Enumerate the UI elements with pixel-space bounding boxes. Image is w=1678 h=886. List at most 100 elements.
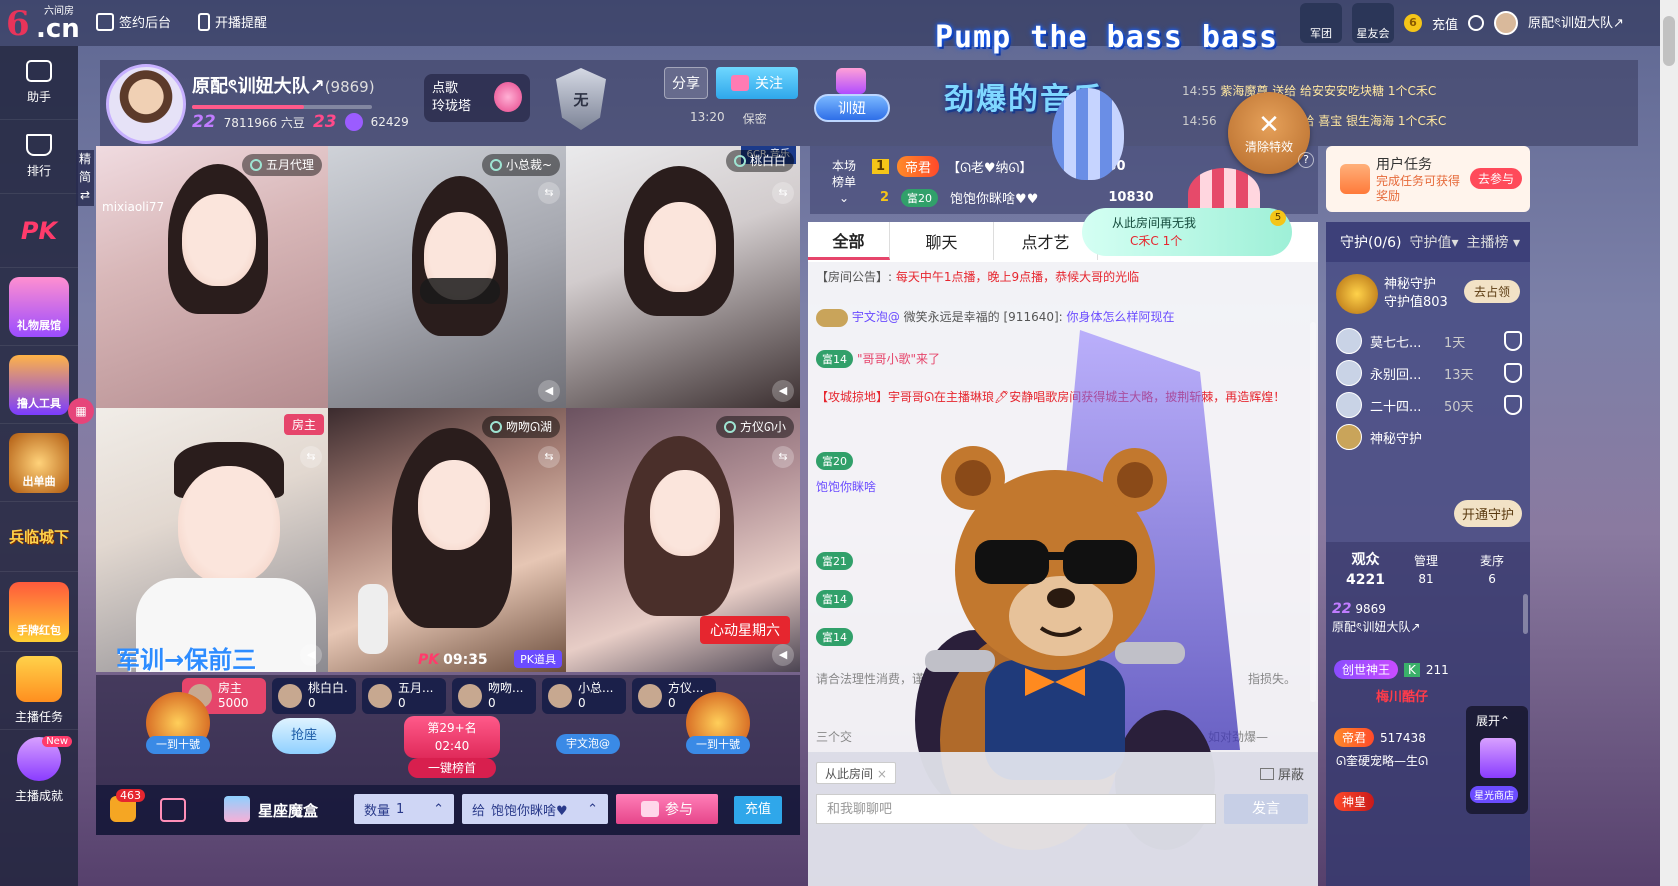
- swap-icon[interactable]: ⇆: [772, 446, 794, 468]
- rank-row-2[interactable]: 2 富20 饱饱你眯啥♥♥ 10830: [876, 188, 1154, 207]
- nav-tool[interactable]: 撸人工具: [0, 346, 78, 424]
- nav-game1[interactable]: 兵临城下: [0, 502, 78, 572]
- host-name[interactable]: 原配ৎ训妞大队↗(9869): [192, 72, 375, 103]
- side-toggle-tab[interactable]: 精 简 ⇄: [76, 150, 94, 206]
- open-guard-button[interactable]: 开通守护: [1453, 500, 1522, 527]
- claim-button[interactable]: 去占领: [1463, 280, 1520, 303]
- guard-name: 神秘守护: [1370, 431, 1423, 447]
- nav-song[interactable]: 出单曲: [0, 424, 78, 502]
- stream-tile[interactable]: 方仪ᘏ小 ⇆ 心动星期六 ◀: [566, 408, 800, 672]
- stream-tile[interactable]: 五月代理 mixiaoli77: [96, 146, 328, 408]
- audience-item[interactable]: 创世神王 K 211: [1334, 660, 1449, 679]
- send-button[interactable]: 发言: [1224, 794, 1308, 824]
- volume-icon[interactable]: ◀: [772, 380, 794, 402]
- seat-item[interactable]: 桃白白. 0: [272, 678, 356, 714]
- tab-guard-value[interactable]: 守护值▾: [1409, 232, 1458, 252]
- fan-icon[interactable]: [160, 798, 186, 822]
- follow-button[interactable]: 关注: [716, 67, 798, 99]
- audience-item[interactable]: 神皇: [1334, 792, 1375, 811]
- audience-scrollbar[interactable]: [1523, 594, 1528, 634]
- tool-icon: 撸人工具: [9, 354, 69, 415]
- chat-user[interactable]: 宇文泡@: [852, 310, 900, 324]
- admin-count[interactable]: 管理 81: [1414, 552, 1438, 588]
- swap-icon[interactable]: ⇆: [538, 446, 560, 468]
- viewer-count[interactable]: 观众 4221: [1346, 550, 1385, 590]
- seat-item[interactable]: 小总... 0: [542, 678, 626, 714]
- audience-user-name[interactable]: 梅川酷仔: [1376, 686, 1428, 705]
- chat-scrollbar[interactable]: [1310, 322, 1316, 702]
- volume-icon[interactable]: ◀: [538, 380, 560, 402]
- tab-host-rank[interactable]: 主播榜 ▾: [1467, 232, 1520, 252]
- expand-button[interactable]: 展开⌃: [1476, 712, 1510, 729]
- user-avatar[interactable]: [1494, 11, 1519, 35]
- seat-item[interactable]: 五月... 0: [362, 678, 446, 714]
- nav-game2[interactable]: 手牌红包: [0, 572, 78, 652]
- tab-guard[interactable]: 守护(0/6): [1340, 232, 1401, 252]
- stream-tile[interactable]: 吻吻ᘏ湖 ⇆ PK 09:35 PK道具: [328, 408, 566, 672]
- recharge-link[interactable]: 充值: [1432, 14, 1458, 33]
- guard-list-item[interactable]: 莫七七... 1天: [1336, 326, 1522, 356]
- tab-all[interactable]: 全部: [808, 222, 890, 260]
- join-button[interactable]: 参与: [616, 794, 718, 824]
- gift-target-select[interactable]: 给 饱饱你眯啥♥ ⌃: [462, 794, 608, 824]
- chat-tip: 三个交: [816, 730, 853, 744]
- audience-host-entry[interactable]: 22 9869 原配ৎ训妞大队↗: [1332, 600, 1420, 636]
- microphone: [358, 584, 388, 654]
- live-reminder-link[interactable]: 开播提醒: [198, 12, 267, 31]
- nav-helper[interactable]: 助手: [0, 46, 78, 120]
- user-name[interactable]: 原配ৎ训妞大队↗: [1528, 12, 1624, 35]
- star-club-button[interactable]: 星友会: [1352, 3, 1394, 43]
- swap-icon[interactable]: ⇆: [300, 446, 322, 468]
- nav-gift-hall[interactable]: 礼物展馆: [0, 268, 78, 346]
- grid-toggle-button[interactable]: ▦: [68, 398, 94, 424]
- audience-item[interactable]: 帝君 517438: [1334, 728, 1426, 747]
- page-scrollbar[interactable]: [1660, 0, 1678, 886]
- guard-list-item[interactable]: 永别回... 13天: [1336, 358, 1522, 388]
- stream-tile[interactable]: 6CR 音乐 桃白白 ⇆ ◀: [566, 146, 800, 408]
- stream-tile[interactable]: 小总裁~ ⇆ ◀: [328, 146, 566, 408]
- song-request-button[interactable]: 点歌 玲珑塔: [424, 74, 530, 122]
- volume-icon[interactable]: ◀: [772, 644, 794, 666]
- swap-icon[interactable]: ⇆: [538, 182, 560, 204]
- nav-pk[interactable]: PK: [0, 194, 78, 268]
- chat-tip: 指损失。: [1248, 672, 1297, 686]
- menu-icon[interactable]: [1468, 15, 1485, 31]
- task-go-button[interactable]: 去参与: [1469, 168, 1522, 189]
- host-room-tag: 房主: [283, 414, 324, 435]
- train-button[interactable]: 训妞: [814, 68, 890, 126]
- volume-icon[interactable]: ◀: [300, 644, 322, 666]
- guard-list-item[interactable]: 二十四... 50天: [1336, 390, 1522, 420]
- expand-panel[interactable]: 展开⌃ 星光商店: [1466, 706, 1528, 814]
- block-toggle[interactable]: 屏蔽: [1259, 764, 1304, 783]
- heart-saturday-badge[interactable]: 心动星期六: [700, 616, 790, 644]
- host-avatar[interactable]: [106, 64, 186, 144]
- grab-seat-button[interactable]: 抢座: [272, 718, 336, 754]
- page-scrollbar-thumb[interactable]: [1663, 16, 1675, 66]
- nav-anchor-achievement[interactable]: New 主播成就: [0, 730, 78, 810]
- help-icon[interactable]: ?: [1298, 152, 1314, 168]
- nav-rank[interactable]: 排行: [0, 120, 78, 194]
- quantity-select[interactable]: 数量 1 ⌃: [354, 794, 454, 824]
- one-click-top-button[interactable]: 一键榜首: [408, 758, 496, 778]
- corps-button[interactable]: 军团: [1300, 3, 1342, 43]
- pk-props-button[interactable]: PK道具: [514, 650, 562, 668]
- seat-item[interactable]: 吻吻... 0: [452, 678, 536, 714]
- mic-count[interactable]: 麦序 6: [1480, 552, 1504, 588]
- chevron-down-icon[interactable]: ⌄: [832, 190, 856, 206]
- share-button[interactable]: 分享: [664, 67, 708, 99]
- bottom-recharge-button[interactable]: 充值: [734, 796, 782, 824]
- audience-num: 211: [1425, 662, 1449, 677]
- tab-chat[interactable]: 聊天: [890, 222, 994, 260]
- guard-list-item[interactable]: 神秘守护: [1336, 422, 1522, 452]
- audience-user-name[interactable]: ᘏ奎硬宠略—生ᘏ: [1336, 752, 1428, 769]
- sign-console-link[interactable]: 签约后台: [96, 12, 171, 31]
- site-logo[interactable]: 6 六间房 .cn: [6, 4, 82, 44]
- nav-anchor-task[interactable]: 主播任务: [0, 652, 78, 730]
- swap-icon[interactable]: ⇆: [772, 182, 794, 204]
- leave-notice[interactable]: 从此房间再无我 C禾C 1个 5: [1082, 208, 1292, 256]
- chat-target-tag[interactable]: 从此房间 ×: [816, 762, 896, 784]
- chat-input[interactable]: 和我聊聊吧: [816, 794, 1216, 824]
- stream-tile[interactable]: 房主 ⇆ 军训→保前三 ◀: [96, 408, 328, 672]
- star-shop-label[interactable]: 星光商店: [1470, 786, 1518, 803]
- user-seat-label[interactable]: 宇文泡@: [556, 734, 620, 754]
